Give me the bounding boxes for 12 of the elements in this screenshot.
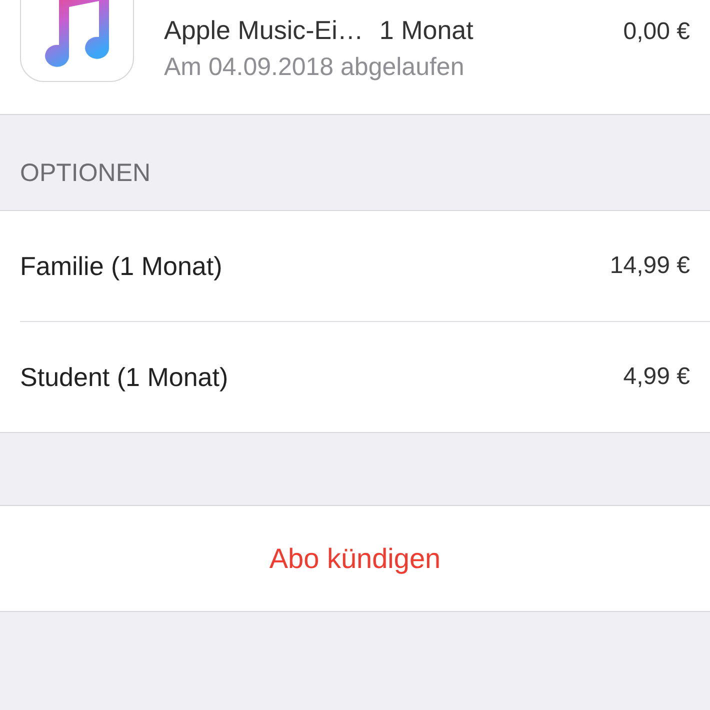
option-row[interactable]: Familie (1 Monat) 14,99 € — [20, 211, 710, 321]
option-label: Familie (1 Monat) — [20, 250, 222, 282]
plan-period: 1 Monat — [379, 14, 474, 47]
expiry-status: Am 04.09.2018 abgelaufen — [164, 52, 466, 83]
option-price: 4,99 € — [623, 363, 690, 391]
option-row[interactable]: Student (1 Monat) 4,99 € — [20, 321, 710, 432]
option-label: Student (1 Monat) — [20, 362, 228, 392]
section-header: OPTIONEN — [20, 159, 151, 188]
plan-name: Apple Music-Ei… — [164, 14, 364, 47]
cancel-subscription-button[interactable]: Abo kündigen — [0, 505, 710, 612]
option-price: 14,99 € — [610, 252, 690, 280]
subscription-price: 0,00 € — [623, 18, 690, 46]
